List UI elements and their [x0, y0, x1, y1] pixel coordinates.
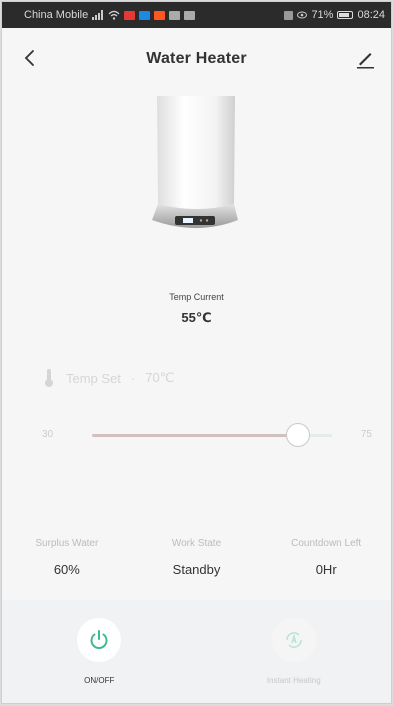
temp-set-separator: ·	[130, 370, 136, 386]
battery-percent: 71%	[311, 9, 334, 21]
temp-current-value: 55℃	[181, 310, 212, 325]
nav-bar: Water Heater	[2, 28, 391, 90]
stat-countdown-left: Countdown Left 0Hr	[261, 538, 391, 577]
stat-label: Surplus Water	[35, 538, 99, 549]
temp-set-value: 70℃	[145, 370, 175, 385]
battery-icon	[337, 11, 354, 19]
on-off-circle[interactable]	[77, 618, 122, 662]
water-heater-image	[2, 94, 391, 254]
instant-heating-button[interactable]: Instant Heating	[219, 618, 369, 703]
temp-current-block: Temp Current 55℃	[2, 292, 391, 326]
back-icon[interactable]	[18, 46, 42, 70]
temp-slider[interactable]: 30 75	[42, 420, 372, 450]
notification-grey-icon	[169, 10, 181, 20]
slider-track[interactable]	[92, 423, 332, 447]
status-bar: China Mobile 71% 08:24	[2, 2, 391, 28]
stat-label: Work State	[171, 538, 222, 549]
stat-value: 0Hr	[315, 562, 337, 577]
notification-grey2-icon	[184, 10, 196, 20]
slider-min-label: 30	[42, 429, 54, 440]
nfc-icon	[284, 10, 294, 20]
on-off-button[interactable]: ON/OFF	[24, 618, 174, 703]
stats-row: Surplus Water 60% Work State Standby Cou…	[2, 538, 391, 577]
stat-value: Standby	[172, 562, 221, 577]
slider-thumb[interactable]	[286, 423, 311, 447]
page-title: Water Heater	[146, 50, 247, 67]
on-off-label: ON/OFF	[84, 676, 115, 685]
water-heater-illustration	[151, 96, 238, 228]
carrier-name: China Mobile	[24, 9, 89, 21]
phone-screen: China Mobile 71% 08:24 Water Heater Temp…	[1, 1, 392, 704]
signal-icon	[92, 10, 104, 20]
stat-work-state: Work State Standby	[132, 538, 262, 577]
eye-icon	[297, 11, 308, 19]
notification-orange-icon	[154, 10, 166, 20]
thermometer-icon	[45, 369, 53, 387]
notification-red-icon	[124, 10, 136, 20]
instant-heating-label: Instant Heating	[266, 676, 321, 685]
wifi-icon	[108, 10, 120, 20]
instant-heating-icon	[285, 632, 302, 648]
instant-heating-circle[interactable]	[271, 618, 316, 662]
clock: 08:24	[357, 9, 385, 21]
power-icon	[90, 630, 108, 649]
slider-max-label: 75	[360, 429, 372, 440]
temp-current-label: Temp Current	[169, 292, 224, 302]
stat-value: 60%	[53, 562, 80, 577]
temp-set-label: Temp Set	[66, 370, 121, 386]
stat-label: Countdown Left	[291, 538, 362, 549]
stat-surplus-water: Surplus Water 60%	[2, 538, 132, 577]
temp-set-row: Temp Set · 70℃	[42, 368, 174, 388]
slider-fill	[92, 434, 299, 437]
pencil-icon[interactable]	[353, 46, 377, 70]
bottom-action-bar: ON/OFF Instant Heating	[2, 600, 391, 703]
notification-blue-icon	[139, 10, 151, 20]
